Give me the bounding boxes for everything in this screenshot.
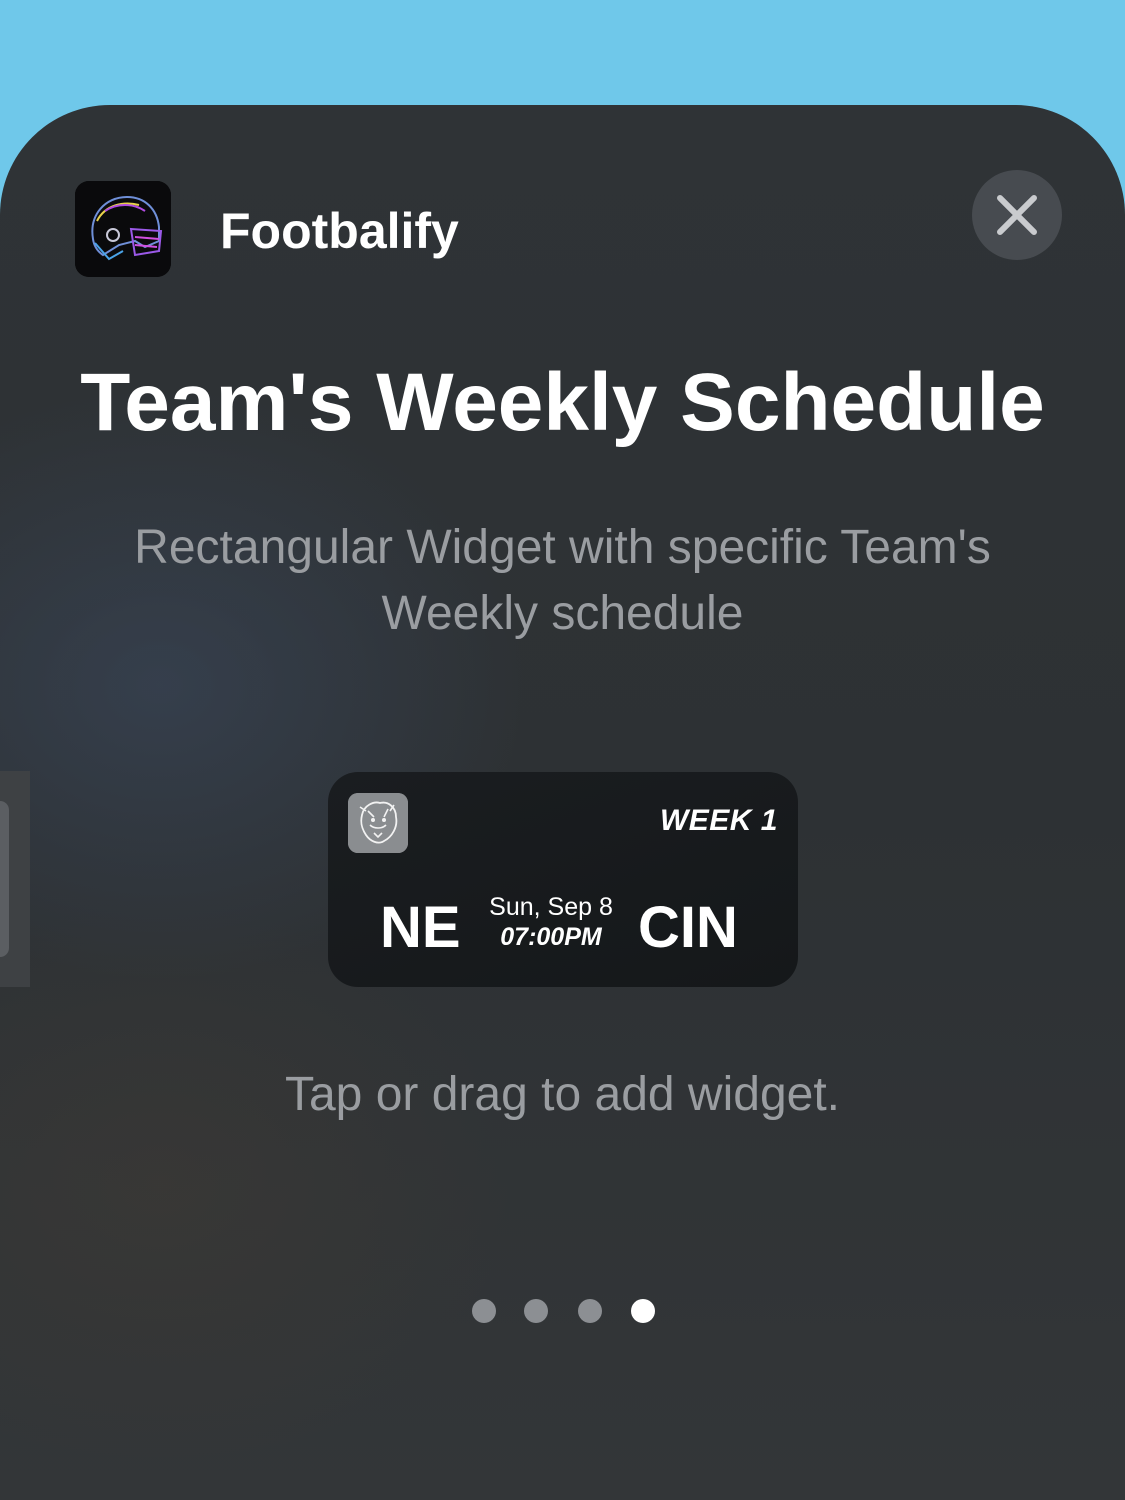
widget-description: Rectangular Widget with specific Team's … <box>134 521 991 640</box>
previous-widget-preview[interactable] <box>0 771 30 987</box>
football-helmet-icon <box>75 181 171 277</box>
game-time: 07:00PM <box>500 923 602 951</box>
app-name: Footbalify <box>220 203 459 259</box>
page-dot-4[interactable] <box>631 1299 655 1323</box>
widget-gallery-sheet: Footbalify Team's Weekly Schedule Rectan… <box>0 105 1125 1500</box>
close-button[interactable] <box>972 170 1062 260</box>
widget-title: Team's Weekly Schedule <box>80 357 1045 448</box>
page-indicator[interactable] <box>470 1299 660 1325</box>
close-icon <box>997 195 1037 235</box>
tiger-logo-icon <box>348 793 408 853</box>
away-team: CIN <box>638 895 738 960</box>
home-team: NE <box>380 895 461 960</box>
add-widget-hint: Tap or drag to add widget. <box>284 1068 841 1121</box>
game-date: Sun, Sep 8 <box>489 893 613 921</box>
week-label: WEEK 1 <box>659 804 778 837</box>
schedule-widget-preview[interactable]: WEEK 1 NE Sun, Sep 8 07:00PM CIN <box>328 772 798 987</box>
page-dot-3[interactable] <box>578 1299 602 1323</box>
previous-widget-edge <box>0 801 9 957</box>
page-dot-2[interactable] <box>524 1299 548 1323</box>
page-dot-1[interactable] <box>472 1299 496 1323</box>
